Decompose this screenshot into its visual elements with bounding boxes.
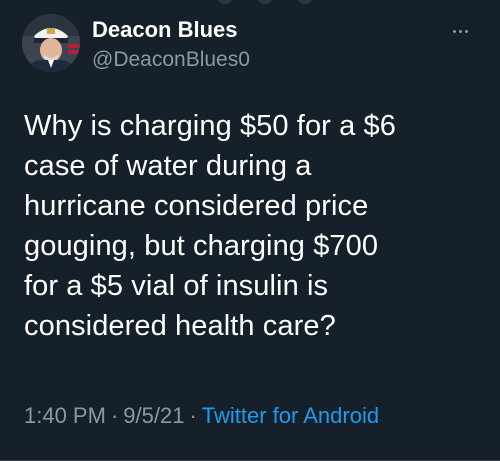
author-handle[interactable]: @DeaconBlues0: [92, 46, 250, 74]
more-horizontal-icon[interactable]: [448, 26, 472, 36]
tweet-date[interactable]: 9/5/21: [123, 403, 184, 428]
tweet-metadata: 1:40 PM · 9/5/21 · Twitter for Android: [24, 401, 379, 431]
tweet-card: Deacon Blues @DeaconBlues0 Why is chargi…: [0, 0, 500, 461]
tweet-text-line: Why is charging $50 for a $6: [24, 110, 396, 142]
tweet-time[interactable]: 1:40 PM: [24, 403, 106, 428]
separator: ·: [189, 403, 197, 428]
cropped-icon: [298, 0, 312, 4]
avatar-image: [22, 14, 80, 72]
author-names: Deacon Blues @DeaconBlues0: [92, 16, 250, 74]
cropped-action-icons: [218, 0, 312, 4]
avatar[interactable]: [22, 14, 80, 72]
tweet-header: Deacon Blues @DeaconBlues0: [22, 14, 482, 74]
separator: ·: [110, 403, 119, 428]
cropped-icon: [218, 0, 232, 4]
tweet-text: Why is charging $50 for a $6 case of wat…: [24, 106, 486, 346]
author-display-name[interactable]: Deacon Blues: [92, 16, 250, 44]
dot: [452, 29, 456, 33]
tweet-source-link[interactable]: Twitter for Android: [202, 403, 379, 428]
cropped-icon: [258, 0, 272, 4]
tweet-text-line: gouging, but charging $700: [24, 230, 379, 262]
tweet-text-line: case of water during a: [24, 150, 312, 182]
tweet-text-line: hurricane considered price: [24, 190, 369, 222]
top-edge: [0, 0, 500, 4]
dot: [458, 29, 462, 33]
tweet-text-line: for a $5 vial of insulin is: [24, 270, 329, 302]
tweet-text-line: considered health care?: [24, 310, 336, 342]
dot: [464, 29, 468, 33]
